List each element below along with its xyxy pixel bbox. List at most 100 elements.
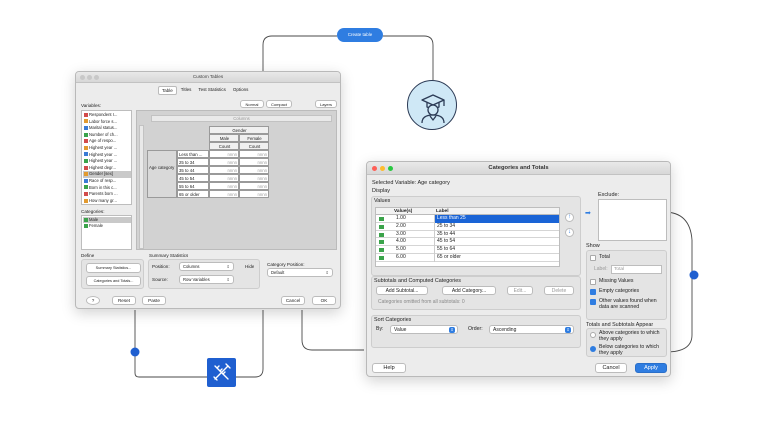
canvas: Create table Custom Tables Table Titles … [0,0,757,425]
variable-type-icon [84,178,88,183]
value-cell: 4.00 [396,238,406,245]
total-label-input[interactable]: Total [611,265,662,274]
columns-drop-zone[interactable]: Columns [151,115,332,122]
value-row[interactable]: 5.00 55 to 64 [376,246,559,254]
include-swatch-icon [379,248,384,253]
cancel-button[interactable]: Cancel [281,296,305,305]
variable-item[interactable]: Age of respo... [83,138,131,144]
variable-item[interactable]: How many gr... [83,198,131,204]
connector-node [689,270,699,280]
values-table[interactable]: Value(s) Label 1.00 Less than 25 2.00 25 to… [375,207,560,267]
categories-totals-titlebar: Categories and Totals [367,162,670,175]
add-subtotal-button[interactable]: Add Subtotal... [376,286,428,295]
arrow-right-icon: ➡ [585,210,591,217]
variable-item[interactable]: Race of resp... [83,178,131,184]
variable-item[interactable]: Highest year ... [83,152,131,158]
layers-button[interactable]: Layers [315,100,337,108]
variable-type-icon [84,192,88,197]
compact-view-button[interactable]: Compact [266,100,292,108]
normal-view-button[interactable]: Normal [240,100,264,108]
category-position-select[interactable]: Default ⇕ [267,268,333,277]
sort-by-select[interactable]: Value ⇕ [390,325,458,334]
position-select[interactable]: Columns ⇕ [179,262,234,271]
value-row[interactable]: 2.00 25 to 34 [376,222,559,231]
value-row[interactable]: 3.00 35 to 44 [376,230,559,239]
variable-type-icon [84,126,88,131]
categories-totals-button[interactable]: Categories and Totals... [86,276,141,286]
order-label: Order: [468,326,483,332]
create-table-button[interactable]: Create table [337,28,383,42]
tab-options[interactable]: Options [230,86,252,95]
value-row[interactable]: 4.00 45 to 54 [376,238,559,247]
label-cell[interactable]: Less than 25 [434,215,559,223]
tab-table[interactable]: Table [158,86,177,95]
window-title: Custom Tables [192,74,224,79]
tab-test-statistics[interactable]: Test Statistics [195,86,229,95]
preview-col-cat: Female [239,134,269,142]
reset-button[interactable]: Reset [112,296,136,305]
variable-item[interactable]: Highest degr... [83,165,131,171]
variable-item[interactable]: Marital status... [83,125,131,131]
source-select[interactable]: Row Variables ⇕ [179,275,234,284]
preview-stat: Count [239,142,269,150]
move-right-button[interactable]: ➡ [585,210,593,218]
value-cell: 1.00 [396,215,406,221]
missing-values-checkbox[interactable] [590,279,596,285]
hide-label[interactable]: Hide [245,264,254,270]
above-radio[interactable] [590,332,596,338]
total-checkbox[interactable] [590,255,596,261]
summary-statistics-button[interactable]: Summary Statistics... [86,263,141,273]
tab-titles[interactable]: Titles [178,86,195,95]
sort-order-select[interactable]: Ascending ⇕ [489,325,574,334]
variable-item[interactable]: Highest year ... [83,158,131,164]
paste-button[interactable]: Paste [142,296,166,305]
values-table-header: Value(s) Label [376,208,559,215]
help-button[interactable]: Help [372,363,406,373]
help-button[interactable]: ? [86,296,100,305]
totals-appear-panel: Above categories to which they apply Bel… [586,328,667,357]
exclude-list[interactable] [598,199,667,241]
move-up-button[interactable]: ↑ [565,213,574,222]
variables-list[interactable]: Respondent I... Labor force s... Marital s… [81,110,132,205]
rows-drop-zone[interactable] [139,125,144,249]
variable-item[interactable]: Highest year ... [83,145,131,151]
label-cell[interactable]: 25 to 34 [434,222,559,231]
other-values-checkbox[interactable] [590,299,596,305]
cancel-button[interactable]: Cancel [595,363,627,373]
variable-item[interactable]: Parents born ... [83,191,131,197]
table-canvas[interactable]: Columns Gender Male Female Count Count A… [136,110,337,250]
label-cell[interactable]: 35 to 44 [434,230,559,239]
stepper-icon: ⇕ [226,277,230,282]
move-down-button[interactable]: ↓ [565,228,574,237]
value-row[interactable]: 6.00 65 or older [376,254,559,262]
apply-button[interactable]: Apply [635,363,667,373]
edit-button[interactable]: Edit... [507,286,533,295]
empty-categories-checkbox[interactable] [590,289,596,295]
variable-item[interactable]: Respondent I... [83,112,131,118]
label-cell[interactable]: 65 or older [434,254,559,262]
preview-cell: nnnn [209,150,239,158]
variable-type-icon [84,198,88,203]
above-label: Above categories to which they apply [599,330,660,342]
variable-item[interactable]: Labor force s... [83,119,131,125]
preview-row-cat: 65 or older [177,190,209,198]
preview-row-cat: 25 to 34 [177,158,209,166]
omitted-note: Categories omitted from all subtotals: 0 [378,299,465,305]
ok-button[interactable]: OK [312,296,336,305]
variable-item[interactable]: Born in this c... [83,185,131,191]
layers-label: Layers [319,102,332,107]
stepper-icon: ⇕ [449,327,455,333]
label-cell[interactable]: 45 to 54 [434,238,559,247]
variable-item[interactable]: Number of ch... [83,132,131,138]
variable-type-icon [84,159,88,164]
custom-tables-window: Custom Tables Table Titles Test Statisti… [75,71,341,309]
custom-tables-titlebar: Custom Tables [76,72,340,83]
value-row[interactable]: 1.00 Less than 25 [376,215,559,223]
variable-type-icon [84,165,88,170]
below-radio[interactable] [590,346,596,352]
category-item[interactable]: Female [83,223,131,229]
add-category-button[interactable]: Add Category... [442,286,496,295]
label-cell[interactable]: 55 to 64 [434,246,559,254]
delete-button[interactable]: Delete [544,286,574,295]
variable-item[interactable]: Gender [sex] [83,171,131,178]
